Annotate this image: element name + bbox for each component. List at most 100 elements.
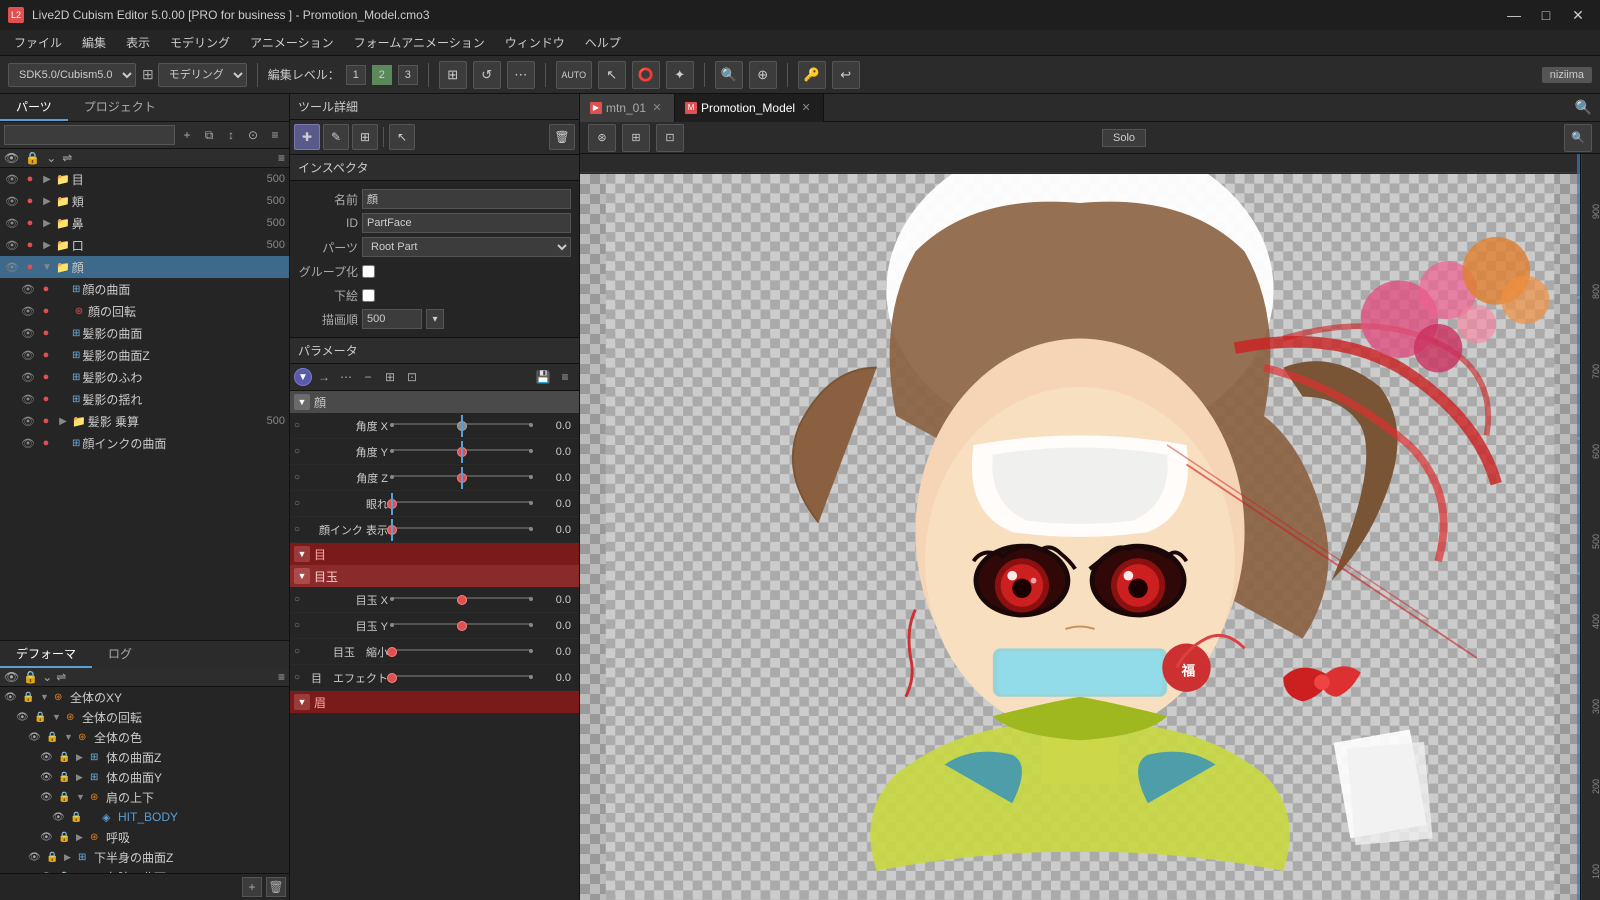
tab-log[interactable]: ログ — [92, 641, 148, 668]
sketch-checkbox[interactable] — [362, 289, 375, 302]
lock-toggle[interactable]: ● — [38, 371, 54, 383]
vis-toggle[interactable]: 👁 — [16, 712, 32, 723]
param-slider[interactable] — [392, 523, 531, 537]
vis-toggle[interactable]: 👁 — [4, 261, 20, 274]
param-zero-btn[interactable]: ○ — [294, 446, 304, 457]
lock-toggle[interactable]: ● — [22, 239, 38, 251]
edit-level-2[interactable]: 2 — [372, 65, 392, 85]
canvas-tool-3[interactable]: ⊡ — [656, 124, 684, 152]
expand-toggle[interactable]: ▶ — [76, 752, 88, 763]
param-zero-btn[interactable]: ○ — [294, 472, 304, 483]
list-item[interactable]: 👁 ● ⊞ 髪影の揺れ — [0, 388, 289, 410]
parts-select[interactable]: Root Part — [362, 237, 571, 257]
param-zero-btn[interactable]: ○ — [294, 594, 304, 605]
expand-icon[interactable]: ⌄ — [46, 151, 56, 165]
select-btn[interactable]: ↖ — [598, 61, 626, 89]
expand-toggle[interactable]: ▶ — [76, 772, 88, 783]
menu-animation[interactable]: アニメーション — [240, 30, 344, 56]
td-edit-btn[interactable]: ✎ — [323, 124, 349, 150]
td-delete-btn[interactable]: 🗑 — [549, 124, 575, 150]
lock-toggle[interactable]: 🔒 — [22, 692, 38, 703]
lock-toggle[interactable]: ● — [38, 437, 54, 449]
param-zero-btn[interactable]: ○ — [294, 672, 304, 683]
tab-close-mtn01[interactable]: ✕ — [650, 101, 664, 115]
canvas-viewport[interactable]: 福 — [580, 154, 1600, 900]
vis-toggle[interactable]: 👁 — [20, 393, 36, 406]
edit-level-1[interactable]: 1 — [346, 65, 366, 85]
param-slider[interactable] — [392, 593, 531, 607]
param-slider[interactable] — [392, 671, 531, 685]
param-add-btn[interactable]: → — [314, 367, 334, 387]
param-zero-btn[interactable]: ○ — [294, 524, 304, 535]
lock-toggle[interactable]: ● — [22, 195, 38, 207]
eye-icon[interactable]: 👁 — [4, 670, 19, 684]
vis-toggle[interactable]: 👁 — [4, 692, 20, 703]
param-table-btn[interactable]: ⊞ — [380, 367, 400, 387]
lock-toggle[interactable]: ● — [38, 327, 54, 339]
menu-file[interactable]: ファイル — [4, 30, 72, 56]
param-zero-btn[interactable]: ○ — [294, 620, 304, 631]
delete-deformer-btn[interactable]: 🗑 — [266, 877, 286, 897]
param-slider[interactable] — [392, 445, 531, 459]
list-item[interactable]: 👁 ● ⊞ 顔の曲面 — [0, 278, 289, 300]
vis-toggle[interactable]: 👁 — [4, 195, 20, 208]
deformer-item[interactable]: 👁 🔒 ▼ ⊛ 全体の色 — [0, 727, 289, 747]
expand-toggle[interactable]: ▶ — [40, 240, 54, 251]
param-zero-btn[interactable]: ○ — [294, 498, 304, 509]
mode-select[interactable]: モデリング — [158, 63, 247, 87]
eye-icon[interactable]: 👁 — [4, 151, 19, 165]
deformer-item[interactable]: 👁 🔒 ▼ ⊛ 全体の回転 — [0, 707, 289, 727]
param-zero-btn[interactable]: ○ — [294, 646, 304, 657]
param-zero-btn[interactable]: ○ — [294, 420, 304, 431]
param-group-eyebrow[interactable]: ▼ 眉 — [290, 691, 579, 713]
expand-toggle[interactable]: ▶ — [40, 174, 54, 185]
lock-toggle[interactable]: 🔒 — [58, 832, 74, 843]
canvas-search-icon[interactable]: 🔍 — [1564, 124, 1592, 152]
parts-search-input[interactable] — [4, 125, 175, 145]
lock-icon[interactable]: 🔒 — [25, 151, 40, 165]
minimize-button[interactable]: — — [1500, 1, 1528, 29]
expand-toggle[interactable]: ▼ — [76, 792, 88, 802]
list-item[interactable]: 👁 ● ⊞ 髪影の曲面 — [0, 322, 289, 344]
param-slider[interactable] — [392, 497, 531, 511]
parts-move-btn[interactable]: ↕ — [221, 125, 241, 145]
deformer-item[interactable]: 👁 🔒 ▶ ⊞ 体の曲面Y — [0, 767, 289, 787]
deformer-item[interactable]: 👁 🔒 ▶ ⊞ 体の曲面Z — [0, 747, 289, 767]
lock-toggle[interactable]: ● — [38, 415, 54, 427]
list-item-selected[interactable]: 👁 ● ▼ 📁 顔 — [0, 256, 289, 278]
maximize-button[interactable]: □ — [1532, 1, 1560, 29]
grid-btn[interactable]: ⊞ — [439, 61, 467, 89]
expand-toggle[interactable]: ▼ — [40, 262, 54, 273]
zoom2-btn[interactable]: ⊕ — [749, 61, 777, 89]
vis-toggle[interactable]: 👁 — [20, 415, 36, 428]
canvas-tool-2[interactable]: ⊞ — [622, 124, 650, 152]
menu-form-animation[interactable]: フォームアニメーション — [344, 30, 495, 56]
lock-toggle[interactable]: ● — [22, 261, 38, 273]
lock-toggle[interactable]: 🔒 — [58, 792, 74, 803]
vis-toggle[interactable]: 👁 — [40, 832, 56, 843]
lock-toggle[interactable]: 🔒 — [58, 752, 74, 763]
parts-filter-btn[interactable]: ⊙ — [243, 125, 263, 145]
lock-toggle[interactable]: 🔒 — [34, 712, 50, 723]
vis-toggle[interactable]: 👁 — [52, 812, 68, 823]
expand-toggle[interactable]: ▼ — [40, 692, 52, 702]
list-item[interactable]: 👁 ● ▶ 📁 鼻 500 — [0, 212, 289, 234]
lock-toggle[interactable]: ● — [22, 173, 38, 185]
list-item[interactable]: 👁 ● ⊞ 髪影の曲面Z — [0, 344, 289, 366]
param-slider[interactable] — [392, 419, 531, 433]
arrow-icon[interactable]: ⇌ — [56, 670, 66, 684]
canvas-search-btn[interactable]: 🔍 — [1567, 99, 1600, 116]
vis-toggle[interactable]: 👁 — [20, 327, 36, 340]
expand-toggle[interactable]: ▼ — [64, 732, 76, 742]
tab-project[interactable]: プロジェクト — [68, 94, 172, 121]
lock-toggle[interactable]: ● — [38, 349, 54, 361]
close-button[interactable]: ✕ — [1564, 1, 1592, 29]
rotate-btn[interactable]: ↺ — [473, 61, 501, 89]
vis-toggle[interactable]: 👁 — [20, 349, 36, 362]
vis-toggle[interactable]: 👁 — [4, 173, 20, 186]
order-stepper[interactable]: ▾ — [426, 309, 444, 329]
undo-btn[interactable]: ↩ — [832, 61, 860, 89]
canvas-tool-1[interactable]: ⊛ — [588, 124, 616, 152]
deformer-item[interactable]: 👁 🔒 ▶ ⊛ 呼吸 — [0, 827, 289, 847]
id-input[interactable] — [362, 213, 571, 233]
